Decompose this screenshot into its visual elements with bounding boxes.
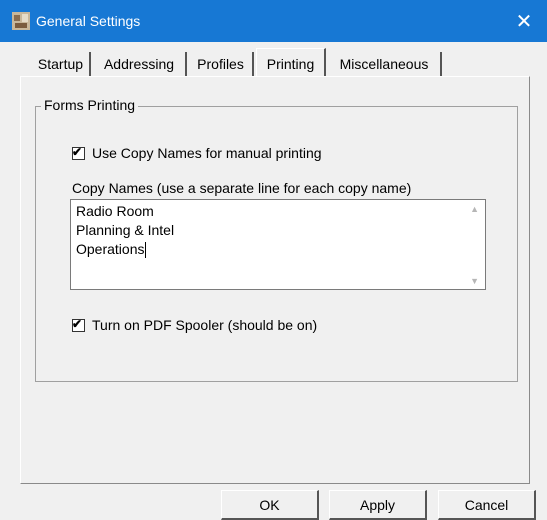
checkmark-icon: ✔ <box>72 317 83 331</box>
pdf-spooler-checkbox[interactable]: ✔ <box>72 317 85 332</box>
forms-printing-legend: Forms Printing <box>41 97 139 113</box>
ok-button[interactable]: OK <box>221 490 319 520</box>
text-caret <box>145 242 147 259</box>
window-title: General Settings <box>36 13 141 29</box>
cancel-button[interactable]: Cancel <box>438 490 536 520</box>
copy-names-textarea[interactable]: Radio Room Planning & Intel Operations ▲… <box>70 199 486 290</box>
use-copy-names-checkbox[interactable]: ✔ <box>72 145 85 160</box>
copy-name-line: Operations <box>76 241 147 259</box>
app-icon <box>12 12 30 30</box>
apply-button[interactable]: Apply <box>329 490 427 520</box>
title-bar: General Settings ✕ <box>0 0 547 42</box>
tab-printing[interactable]: Printing <box>256 48 326 76</box>
scroll-down-icon[interactable]: ▼ <box>470 276 479 286</box>
checkmark-icon: ✔ <box>72 145 83 159</box>
copy-name-text: Operations <box>76 241 145 257</box>
tab-startup[interactable]: Startup <box>32 52 91 76</box>
close-button[interactable]: ✕ <box>501 0 547 42</box>
scroll-up-icon[interactable]: ▲ <box>470 204 479 214</box>
copy-name-line: Planning & Intel <box>76 222 175 238</box>
tab-profiles[interactable]: Profiles <box>189 52 254 76</box>
copy-names-label: Copy Names (use a separate line for each… <box>72 180 412 196</box>
close-icon: ✕ <box>515 10 533 33</box>
use-copy-names-label[interactable]: Use Copy Names for manual printing <box>92 145 322 161</box>
tab-addressing[interactable]: Addressing <box>93 52 187 76</box>
copy-name-line: Radio Room <box>76 203 154 219</box>
tab-miscellaneous[interactable]: Miscellaneous <box>328 52 442 76</box>
pdf-spooler-label[interactable]: Turn on PDF Spooler (should be on) <box>92 317 317 333</box>
